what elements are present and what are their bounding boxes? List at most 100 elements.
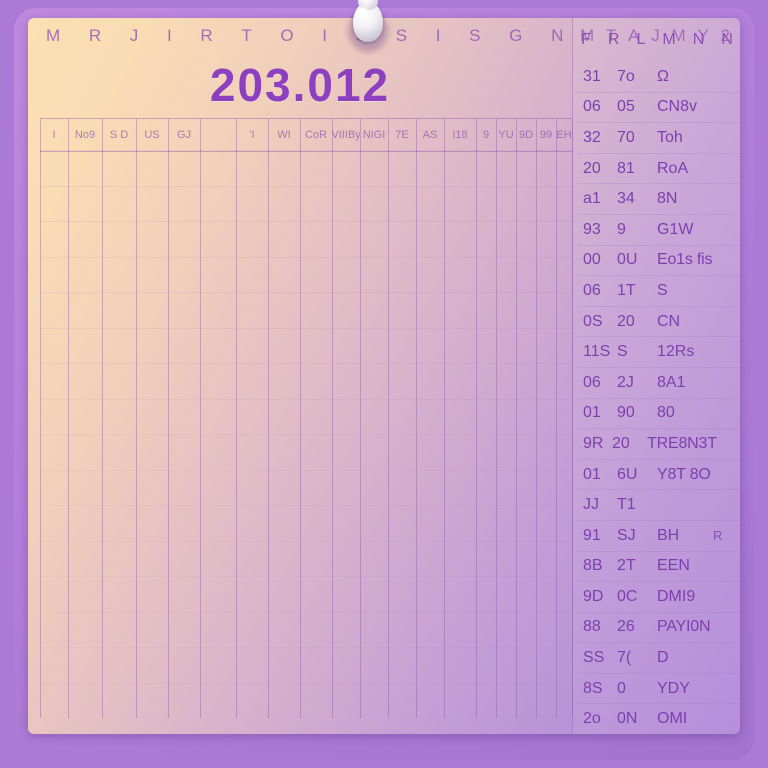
sidebar-row[interactable]: 88 26 PAYI0N [577, 613, 739, 644]
table-column-header [200, 119, 236, 151]
sidebar-row[interactable]: 11S S 12Rs [577, 337, 739, 368]
sidebar-cell-c2: 20 [612, 434, 630, 452]
sidebar-row[interactable]: 8B 2T EEN [577, 552, 739, 583]
sidebar-cell-c3: G1W [657, 220, 694, 238]
sidebar-cell-c2: 26 [617, 618, 635, 636]
sidebar-cell-c3: EEN [657, 557, 690, 575]
grid-row-divider [40, 612, 572, 613]
sidebar-cell-c1: 9D [583, 587, 604, 605]
sidebar-row[interactable]: 93 9 G1W [577, 215, 739, 246]
sidebar-cell-c2: SJ [617, 526, 636, 544]
sidebar-column-header-5: N [721, 31, 733, 48]
sidebar-cell-c3: Eo1s fis [657, 251, 713, 269]
sidebar-cell-c1: 0S [583, 312, 603, 330]
table-column-header: YU [498, 129, 514, 141]
sidebar-row[interactable]: 32 70 Toh [577, 123, 739, 154]
sidebar-row-list: 31 7o Ω 06 05 CN8v 32 70 Toh 20 81 RoA a1 34 8N 93 9 G1W 0… [577, 62, 739, 734]
sidebar-cell-c1: 91 [583, 526, 601, 544]
table-column-header: NIGI [362, 129, 386, 141]
sidebar-cell-c3: Y8T 8O [657, 465, 711, 483]
sidebar-row[interactable]: SS 7(D [577, 643, 739, 674]
masthead-letter-3: I [166, 26, 173, 45]
sidebar-row[interactable]: 2o 0N OMI [577, 704, 739, 734]
masthead-letter-5: T [241, 26, 253, 45]
sidebar-cell-c2: 81 [617, 159, 635, 177]
sidebar-row[interactable]: 9R 20 TRE8N3T [577, 429, 739, 460]
grid-row-divider [40, 256, 572, 258]
masthead-letter-10: I [435, 26, 441, 45]
sidebar-column-header-4: N [692, 31, 705, 48]
sidebar-cell-c1: 01 [583, 404, 601, 422]
sidebar-row[interactable]: 06 2J 8A1 [577, 368, 739, 399]
sidebar-cell-c2: 90 [617, 404, 635, 422]
sidebar-cell-c3: Toh [657, 128, 683, 146]
sidebar-row[interactable]: 00 0U Eo1s fis [577, 246, 739, 277]
sidebar-cell-c1: 88 [583, 618, 601, 636]
paper-sheet: MRJIRTOISSISGN MTAJMY2 203.012 INo9S DUS… [28, 18, 740, 734]
sidebar-cell-c3: 8N [657, 190, 678, 208]
grid-row-divider [40, 150, 572, 151]
table-column-header: I18 [452, 129, 468, 141]
grid-row-divider [40, 327, 572, 329]
grid-row-divider [40, 469, 572, 471]
sidebar-cell-c3: TRE8N3T [647, 434, 717, 452]
grid-row-divider [40, 576, 572, 577]
sidebar-cell-c1: 20 [583, 159, 601, 177]
sidebar-cell-c1: 8B [583, 557, 603, 575]
grid-row-divider [40, 221, 572, 222]
grid-row-divider [40, 683, 572, 684]
masthead-letter-4: R [200, 26, 214, 45]
table-column-header: US [144, 129, 160, 141]
sidebar-row[interactable]: 31 7o Ω [577, 62, 739, 93]
table-column-header: 'I [249, 129, 255, 141]
sidebar-cell-c2: 0N [617, 710, 638, 728]
sidebar-cell-c3: OMI [657, 710, 688, 728]
document-number: 203.012 [209, 59, 391, 111]
sidebar-cell-c2: T1 [617, 496, 636, 514]
sidebar-column-header-1: R [607, 31, 620, 48]
sidebar-cell-c1: SS [583, 649, 605, 667]
screenshot-root: MRJIRTOISSISGN MTAJMY2 203.012 INo9S DUS… [0, 0, 768, 768]
sidebar-cell-c2: 7( [617, 649, 632, 667]
grid-row-divider [40, 185, 572, 187]
grid-row-divider [40, 398, 572, 400]
sidebar-row[interactable]: a1 34 8N [577, 184, 739, 215]
sidebar-row[interactable]: 01 6U Y8T 8O [577, 460, 739, 491]
table-column-header: 9D [518, 129, 534, 141]
sidebar-row[interactable]: 0S 20 CN [577, 307, 739, 338]
masthead-left-letters: MRJIRTOISSISGN [46, 26, 564, 46]
table-column-header: EH [556, 129, 572, 141]
main-table-header-row: I No9 S D US GJ 'I WI CoR VIIIBy NIGI 7E AS I18 9 YU 9D… [40, 118, 573, 152]
sidebar-cell-c2: 2J [617, 373, 634, 391]
sidebar-row[interactable]: 06 05 CN8v [577, 93, 739, 124]
sidebar-row[interactable]: 06 1T S [577, 276, 739, 307]
masthead-letter-12: G [509, 26, 523, 45]
sidebar-cell-c2: 1T [617, 281, 636, 299]
sidebar-cell-c3: 12Rs [657, 343, 695, 361]
sidebar-row[interactable]: 20 81 RoA [577, 154, 739, 185]
sidebar-row[interactable]: 8S 0 YDY [577, 674, 739, 705]
sidebar-cell-c1: JJ [583, 496, 599, 514]
main-table-body [40, 150, 573, 718]
sidebar-cell-c3: 80 [657, 404, 675, 422]
main-table: I No9 S D US GJ 'I WI CoR VIIIBy NIGI 7E AS I18 9 YU 9D… [40, 118, 573, 718]
sidebar-row[interactable]: 01 90 80 [577, 399, 739, 430]
grid-row-divider [40, 292, 572, 293]
table-column-header: 7E [395, 129, 409, 141]
sidebar-cell-c3: RoA [657, 159, 689, 177]
sidebar-row[interactable]: 91 SJ BH R [577, 521, 739, 552]
sidebar-cell-c1: 11S [583, 343, 611, 361]
sidebar-cell-c2: 34 [617, 190, 635, 208]
masthead-letter-6: O [280, 26, 295, 45]
sidebar-cell-c2: 2T [617, 557, 636, 575]
grid-row-divider [40, 647, 572, 648]
sidebar-row[interactable]: 9D 0C DMI9 [577, 582, 739, 613]
sidebar-cell-c3: BH [657, 526, 680, 544]
push-pin-icon[interactable] [344, 0, 392, 62]
sidebar-row[interactable]: JJ T1 [577, 490, 739, 521]
sidebar-cell-c2: 0 [617, 679, 626, 697]
table-column-header: 9 [482, 129, 490, 141]
sidebar-cell-c1: 00 [583, 251, 601, 269]
table-column-header: CoR [304, 129, 327, 141]
grid-row-divider [40, 540, 572, 542]
